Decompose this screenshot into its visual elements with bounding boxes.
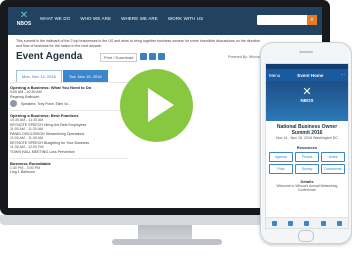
nav-item-who-we-are[interactable]: WHO WE ARE: [80, 16, 111, 21]
print-download-button[interactable]: Print / Download: [100, 53, 138, 63]
agenda-title: Event Agenda: [16, 51, 83, 63]
search-icon[interactable]: ⌕: [307, 15, 317, 25]
monitor-stand-base: [112, 239, 222, 245]
session-item[interactable]: Opening a Business: Best Practices 10:30…: [10, 110, 128, 157]
event-date: Nov 14 - Nov 15, 2016 Washington DC: [276, 136, 338, 140]
session-speakers: Speakers: Tony Powe, Ellen Vo...: [10, 100, 128, 108]
logo-mark-icon: ✕: [19, 10, 29, 21]
nav-item-what-we-do[interactable]: WHAT WE DO: [40, 16, 70, 21]
site-logo[interactable]: ✕ NBOS: [13, 10, 35, 32]
resource-polls[interactable]: Polls: [269, 164, 293, 174]
tab-home-icon[interactable]: [271, 220, 277, 226]
phone-home-button: [298, 230, 314, 242]
resource-agenda[interactable]: Agenda: [269, 152, 293, 162]
phone-screen: Menu Event Home ⋯ ✕ NBOS National Busine…: [265, 63, 349, 229]
session-line: TOWN HALL MEETING Loss Prevention: [10, 149, 75, 154]
session-line: Ling 1 Ballroom: [10, 170, 35, 175]
play-button[interactable]: [120, 69, 193, 142]
site-search[interactable]: ⌕: [257, 15, 317, 25]
play-icon: [148, 88, 174, 122]
session-item[interactable]: Business Roundtable 1:30 PM - 3:00 PM Li…: [10, 157, 128, 178]
event-name: National Business Owner Summit 2016: [276, 124, 338, 136]
monitor-stand: [138, 225, 192, 239]
nav-item-work-with-us[interactable]: WORK WITH US: [168, 16, 203, 21]
nav-item-where-we-are[interactable]: WHERE WE ARE: [121, 16, 158, 21]
tab-attendees-icon[interactable]: [304, 220, 310, 226]
phone-event-banner: ✕ NBOS: [266, 81, 348, 121]
phone-speaker: [299, 51, 313, 53]
phone-device: Menu Event Home ⋯ ✕ NBOS National Busine…: [260, 42, 352, 244]
phone-more-icon[interactable]: ⋯: [341, 72, 346, 78]
resource-survey[interactable]: Survey: [295, 164, 319, 174]
speaker-names: Speakers: Tony Powe, Ellen Vo...: [21, 101, 71, 106]
resource-photos[interactable]: Photos: [295, 152, 319, 162]
details-text: Welcome to Whova's Annual Networking Con…: [276, 184, 338, 193]
phone-app-bar: Menu Event Home ⋯: [266, 69, 348, 81]
site-header: ✕ NBOS WHAT WE DO WHO WE ARE WHERE WE AR…: [8, 7, 322, 35]
resource-notes[interactable]: Notes: [321, 152, 345, 162]
session-line: Regency Ballroom: [10, 94, 40, 99]
phone-menu-button[interactable]: Menu: [269, 73, 280, 78]
event-logo-text: NBOS: [300, 98, 314, 103]
logo-text: NBOS: [16, 21, 32, 27]
tab-messages-icon[interactable]: [320, 220, 326, 226]
resources-grid: Agenda Photos Notes Polls Survey Documen…: [266, 150, 348, 176]
facebook-icon[interactable]: [140, 53, 147, 61]
linkedin-icon[interactable]: [158, 53, 165, 61]
intro-text: This summit is the hallmark of the 2 top…: [16, 39, 261, 48]
resource-documents[interactable]: Documents: [321, 164, 345, 174]
phone-screen-title: Event Home: [297, 72, 324, 78]
main-nav: WHAT WE DO WHO WE ARE WHERE WE ARE WORK …: [40, 16, 203, 21]
phone-tab-bar: [266, 217, 348, 228]
share-icons: [140, 53, 165, 61]
speaker-avatar[interactable]: [10, 100, 17, 108]
tab-agenda-icon[interactable]: [288, 220, 294, 226]
powered-by: Powered By: Whova: [228, 55, 260, 60]
event-logo-icon: ✕: [302, 86, 312, 98]
twitter-icon[interactable]: [149, 53, 156, 61]
session-list: Opening a Business: What You Need to Do …: [10, 82, 128, 178]
tab-more-icon[interactable]: [337, 220, 343, 226]
phone-event-info: National Business Owner Summit 2016 Nov …: [266, 121, 348, 142]
session-item[interactable]: Opening a Business: What You Need to Do …: [10, 82, 128, 110]
